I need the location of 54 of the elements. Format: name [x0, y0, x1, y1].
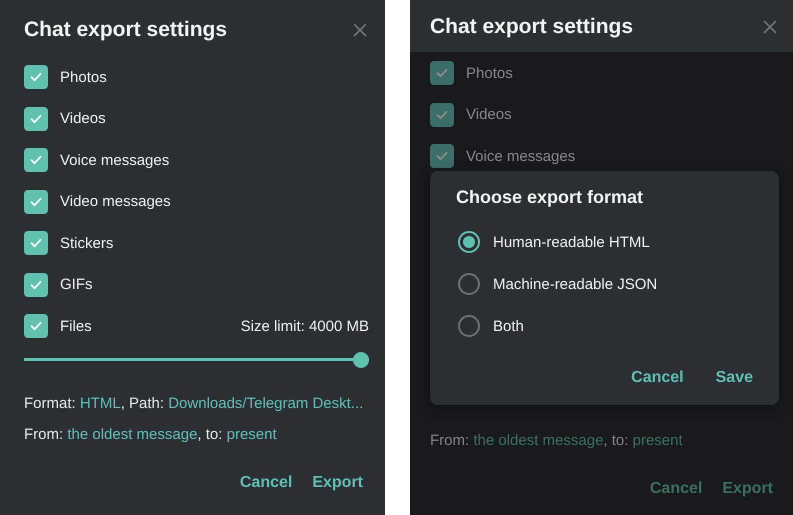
radio-label: Both — [493, 318, 524, 334]
dialog-title: Chat export settings — [430, 14, 634, 40]
radio-button[interactable] — [458, 231, 480, 253]
checkbox[interactable] — [24, 106, 48, 130]
radio-label: Machine-readable JSON — [493, 276, 658, 292]
link[interactable]: present — [226, 426, 277, 443]
checkmark-icon — [30, 238, 42, 248]
option-label: Photos — [466, 64, 513, 82]
link[interactable]: the oldest message — [67, 426, 198, 443]
save-button[interactable]: Save — [710, 361, 759, 395]
close-icon[interactable] — [353, 23, 367, 37]
checkmark-icon — [30, 321, 42, 331]
close-icon[interactable] — [763, 20, 777, 34]
option-label: Voice messages — [60, 152, 170, 168]
checkmark-icon — [30, 114, 42, 124]
checkbox[interactable] — [430, 102, 454, 126]
link[interactable]: HTML — [80, 395, 121, 412]
checkbox[interactable] — [24, 231, 48, 255]
radio-button[interactable] — [458, 273, 480, 295]
option-label: Photos — [60, 68, 107, 86]
checkmark-icon — [436, 151, 448, 161]
checkbox[interactable] — [24, 148, 48, 172]
date-range-text: From: the oldest message, to: present — [24, 425, 278, 445]
radio-label: Human-readable HTML — [493, 234, 650, 250]
checkbox[interactable] — [24, 272, 48, 296]
cancel-button[interactable]: Cancel — [625, 361, 690, 395]
size-limit-label: Size limit: 4000 MB — [240, 318, 369, 334]
slider-thumb[interactable] — [353, 352, 369, 368]
checkbox[interactable] — [430, 144, 454, 168]
dialog-title: Chat export settings — [24, 17, 228, 43]
checkmark-icon — [436, 110, 448, 120]
option-label: Videos — [466, 106, 512, 123]
radio-button[interactable] — [458, 315, 480, 337]
checkbox[interactable] — [24, 314, 48, 338]
checkmark-icon — [30, 155, 42, 165]
option-label: Stickers — [60, 234, 114, 252]
checkbox[interactable] — [24, 190, 48, 214]
option-label: Voice messages — [466, 148, 576, 164]
checkmark-icon — [30, 196, 42, 206]
format-path-text: Format: HTML, Path: Downloads/Telegram Deskt... — [24, 394, 364, 414]
export-button[interactable]: Export — [306, 466, 369, 500]
option-label: GIFs — [60, 276, 92, 293]
checkbox[interactable] — [24, 65, 48, 89]
checkmark-icon — [30, 72, 42, 82]
checkbox[interactable] — [430, 61, 454, 85]
popup-title: Choose export format — [456, 186, 644, 209]
date-range-text: From: the oldest message, to: present — [430, 431, 684, 451]
option-label: Files — [60, 318, 92, 334]
link[interactable]: Downloads/Telegram Deskt... — [168, 395, 364, 412]
option-label: Videos — [60, 110, 106, 127]
cancel-button[interactable]: Cancel — [234, 466, 298, 500]
option-label: Video messages — [60, 193, 171, 210]
checkmark-icon — [30, 280, 42, 290]
checkmark-icon — [436, 68, 448, 78]
